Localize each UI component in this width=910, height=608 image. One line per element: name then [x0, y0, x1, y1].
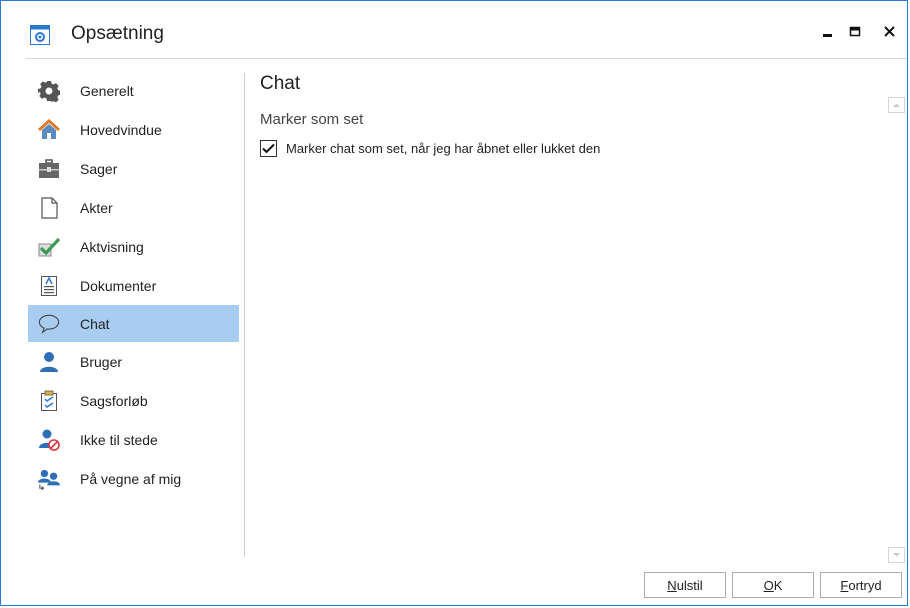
- checkbox-label: Marker chat som set, når jeg har åbnet e…: [286, 141, 601, 156]
- ok-mnemonic: O: [763, 577, 774, 593]
- nav-item-label: Dokumenter: [80, 277, 157, 294]
- scroll-up-button[interactable]: [888, 97, 905, 113]
- checkmark-icon: [262, 143, 275, 154]
- briefcase-icon: [38, 158, 60, 180]
- nav-item-label: Hovedvindue: [80, 121, 162, 138]
- window-title: Opsætning: [71, 23, 164, 44]
- title-bar[interactable]: Opsætning: [1, 1, 907, 59]
- chevron-up-icon: [893, 103, 900, 107]
- user-absent-icon: [38, 429, 60, 451]
- chat-bubble-icon: [38, 313, 60, 335]
- minimize-icon: [823, 34, 832, 37]
- page-title: Chat: [260, 73, 301, 94]
- title-divider: [26, 58, 907, 59]
- chevron-down-icon: [893, 553, 900, 557]
- user-icon: [38, 351, 60, 373]
- nav-item-label: Bruger: [80, 353, 123, 370]
- cancel-mnemonic: F: [840, 577, 849, 593]
- settings-window: Opsætning Generelt Hovedvindue Sager Akt…: [0, 0, 908, 606]
- cancel-button[interactable]: Fortryd: [820, 572, 902, 598]
- section-title: Marker som set: [260, 111, 364, 128]
- users-delegate-icon: [38, 468, 60, 490]
- close-button[interactable]: [875, 19, 905, 47]
- scroll-down-button[interactable]: [888, 547, 905, 563]
- nav-item-label: Sagsforløb: [80, 392, 148, 409]
- checkmark-icon: [38, 236, 60, 258]
- ok-button[interactable]: OK: [732, 572, 814, 598]
- nav-item-label: Ikke til stede: [80, 431, 158, 448]
- nav-item-label: Aktvisning: [80, 238, 144, 255]
- maximize-button[interactable]: [841, 19, 871, 47]
- nav-divider: [244, 73, 245, 557]
- nav-item-label: Chat: [80, 315, 110, 332]
- house-icon: [38, 118, 60, 141]
- nav-item-paa-vegne-af-mig[interactable]: På vegne af mig: [28, 459, 239, 498]
- maximize-icon: [849, 26, 861, 37]
- nav-item-generelt[interactable]: Generelt: [28, 71, 239, 110]
- nav-item-label: Akter: [80, 199, 113, 216]
- nav-item-sagsforloeb[interactable]: Sagsforløb: [28, 381, 239, 420]
- gear-icon: [38, 80, 60, 102]
- nav-item-dokumenter[interactable]: Dokumenter: [28, 266, 239, 305]
- document-icon: [38, 275, 60, 297]
- nav-item-hovedvindue[interactable]: Hovedvindue: [28, 110, 239, 149]
- nav-item-akter[interactable]: Akter: [28, 188, 239, 227]
- cancel-label: ortryd: [848, 577, 882, 593]
- vertical-scrollbar[interactable]: [888, 97, 905, 563]
- ok-label: K: [773, 577, 783, 593]
- nav-item-bruger[interactable]: Bruger: [28, 342, 239, 381]
- nav-item-label: Sager: [80, 160, 118, 177]
- nav-item-chat[interactable]: Chat: [28, 305, 239, 342]
- mark-chat-seen-checkbox[interactable]: [260, 140, 277, 157]
- nav-item-aktvisning[interactable]: Aktvisning: [28, 227, 239, 266]
- nav-item-label: På vegne af mig: [80, 470, 182, 487]
- settings-nav: Generelt Hovedvindue Sager Akter Aktvisn…: [28, 71, 239, 498]
- reset-button[interactable]: Nulstil: [644, 572, 726, 598]
- clipboard-icon: [38, 390, 60, 412]
- nav-item-ikke-til-stede[interactable]: Ikke til stede: [28, 420, 239, 459]
- mark-chat-seen-option[interactable]: Marker chat som set, når jeg har åbnet e…: [260, 140, 600, 157]
- settings-window-icon: [30, 25, 50, 45]
- minimize-button[interactable]: [813, 19, 843, 47]
- reset-mnemonic: N: [667, 577, 677, 593]
- nav-item-label: Generelt: [80, 82, 134, 99]
- blank-document-icon: [38, 196, 60, 219]
- close-icon: [884, 26, 895, 37]
- nav-item-sager[interactable]: Sager: [28, 149, 239, 188]
- reset-label: ulstil: [676, 577, 703, 593]
